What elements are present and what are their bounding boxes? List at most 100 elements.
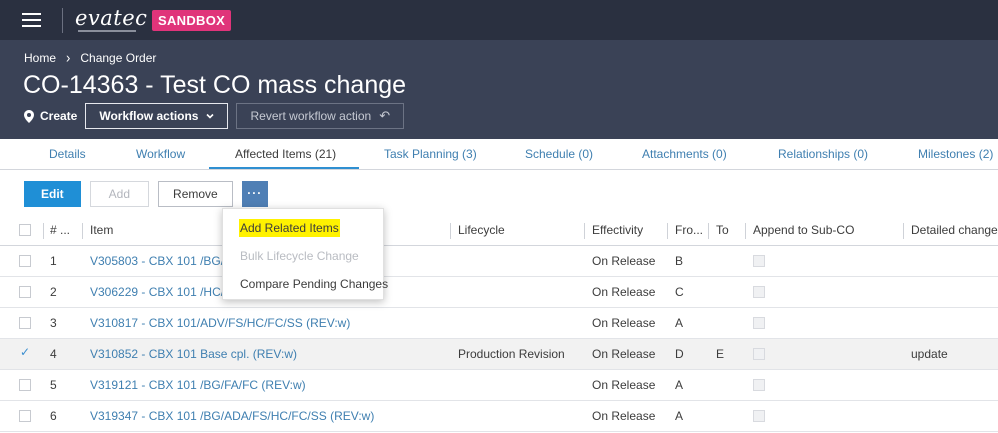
map-pin-icon <box>24 109 34 123</box>
column-header-effectivity[interactable]: Effectivity <box>592 215 643 246</box>
tab-workflow[interactable]: Workflow <box>136 139 185 170</box>
chevron-down-icon <box>206 113 215 119</box>
column-divider <box>82 223 83 239</box>
active-tab-indicator <box>209 167 359 169</box>
append-sub-co-checkbox <box>753 348 765 360</box>
lifecycle-cell: Production Revision <box>458 347 565 361</box>
column-header-detailed-change[interactable]: Detailed change <box>911 215 998 246</box>
chevron-right-icon: › <box>66 49 71 66</box>
from-revision-cell: A <box>675 409 684 423</box>
row-number: 5 <box>50 378 57 392</box>
append-sub-co-checkbox <box>753 255 765 267</box>
item-link[interactable]: V310852 - CBX 101 Base cpl. (REV:w) <box>90 339 297 370</box>
tab-affected-items[interactable]: Affected Items (21) <box>235 139 336 170</box>
append-sub-co-checkbox <box>753 317 765 329</box>
table-row[interactable]: 6 V319347 - CBX 101 /BG/ADA/FS/HC/FC/SS (… <box>0 401 998 432</box>
tab-task-planning[interactable]: Task Planning (3) <box>384 139 477 170</box>
item-link[interactable]: V319347 - CBX 101 /BG/ADA/FS/HC/FC/SS (R… <box>90 401 374 432</box>
undo-icon: ↶ <box>379 108 391 123</box>
column-header-item[interactable]: Item <box>90 215 113 246</box>
table-row[interactable]: ✓ 4 V310852 - CBX 101 Base cpl. (REV:w) Pro… <box>0 339 998 370</box>
table-row[interactable]: 3 V310817 - CBX 101/ADV/FS/HC/FC/SS (REV:… <box>0 308 998 339</box>
column-header-to[interactable]: To <box>716 215 729 246</box>
effectivity-cell: On Release <box>592 409 656 423</box>
add-button: Add <box>89 181 150 207</box>
hamburger-icon[interactable] <box>22 13 41 27</box>
menu-item-compare-pending-changes[interactable]: Compare Pending Changes <box>240 275 388 293</box>
workflow-actions-button[interactable]: Workflow actions <box>85 103 229 129</box>
column-header-lifecycle[interactable]: Lifecycle <box>458 215 505 246</box>
effectivity-cell: On Release <box>592 285 656 299</box>
append-sub-co-checkbox <box>753 286 765 298</box>
breadcrumb: Home › Change Order <box>24 49 156 66</box>
page-title: CO-14363 - Test CO mass change <box>23 71 407 99</box>
remove-button[interactable]: Remove <box>158 181 233 207</box>
row-checkbox[interactable] <box>19 379 31 391</box>
checkmark-icon: ✓ <box>20 345 31 359</box>
divider <box>62 8 63 33</box>
row-number: 3 <box>50 316 57 330</box>
column-header-append-sub-co[interactable]: Append to Sub-CO <box>753 215 854 246</box>
environment-badge: SANDBOX <box>152 10 232 31</box>
tab-details[interactable]: Details <box>49 139 86 170</box>
row-number: 1 <box>50 254 57 268</box>
item-link[interactable]: V306229 - CBX 101 /HC/FC <box>90 277 240 308</box>
column-header-number[interactable]: # ... <box>50 215 74 246</box>
menu-item-add-related-items[interactable]: Add Related Items <box>239 219 340 237</box>
tab-milestones[interactable]: Milestones (2) <box>918 139 993 170</box>
tab-attachments[interactable]: Attachments (0) <box>642 139 727 170</box>
row-number: 4 <box>50 347 57 361</box>
tab-schedule[interactable]: Schedule (0) <box>525 139 593 170</box>
row-number: 2 <box>50 285 57 299</box>
column-header-from[interactable]: Fro... <box>675 215 703 246</box>
from-revision-cell: B <box>675 254 684 268</box>
from-revision-cell: A <box>675 378 684 392</box>
table-row[interactable]: 2 V306229 - CBX 101 /HC/FC On Release C <box>0 277 998 308</box>
workflow-actions-bar: Create Workflow actions Revert workflow … <box>24 103 405 129</box>
table-row[interactable]: 1 V305803 - CBX 101 /BG/H On Release B <box>0 246 998 277</box>
workflow-actions-label: Workflow actions <box>99 109 199 123</box>
page-header: Home › Change Order CO-14363 - Test CO m… <box>0 40 998 139</box>
column-divider <box>708 223 709 239</box>
row-checkbox[interactable] <box>19 410 31 422</box>
tab-relationships[interactable]: Relationships (0) <box>778 139 868 170</box>
column-divider <box>903 223 904 239</box>
table-header: # ... Item Lifecycle Effectivity Fro... … <box>0 215 998 246</box>
detailed-change-cell: update <box>911 347 948 361</box>
row-checkbox[interactable] <box>19 255 31 267</box>
items-toolbar: Edit Add Remove ··· <box>24 181 277 207</box>
workflow-state-label: Create <box>40 109 78 123</box>
table-row[interactable]: 5 V319121 - CBX 101 /BG/FA/FC (REV:w) On R… <box>0 370 998 401</box>
revert-workflow-label: Revert workflow action <box>250 109 372 123</box>
row-number: 6 <box>50 409 57 423</box>
item-link[interactable]: V305803 - CBX 101 /BG/H <box>90 246 233 277</box>
effectivity-cell: On Release <box>592 316 656 330</box>
menu-item-bulk-lifecycle-change: Bulk Lifecycle Change <box>240 249 359 263</box>
top-bar: evatec SANDBOX <box>0 0 998 40</box>
tab-bar: Details Workflow Affected Items (21) Tas… <box>0 139 998 170</box>
append-sub-co-checkbox <box>753 410 765 422</box>
to-revision-cell: E <box>716 347 725 361</box>
edit-button[interactable]: Edit <box>24 181 81 207</box>
revert-workflow-button[interactable]: Revert workflow action ↶ <box>236 103 405 129</box>
column-divider <box>667 223 668 239</box>
logo-tagline <box>78 30 136 32</box>
column-divider <box>745 223 746 239</box>
breadcrumb-change-order[interactable]: Change Order <box>80 51 156 65</box>
select-all-checkbox[interactable] <box>19 224 31 236</box>
more-actions-menu: Add Related Items Bulk Lifecycle Change … <box>222 208 388 300</box>
breadcrumb-home[interactable]: Home <box>24 51 56 65</box>
append-sub-co-checkbox <box>753 379 765 391</box>
row-checkbox[interactable] <box>19 286 31 298</box>
from-revision-cell: A <box>675 316 684 330</box>
column-divider <box>584 223 585 239</box>
item-link[interactable]: V310817 - CBX 101/ADV/FS/HC/FC/SS (REV:w… <box>90 308 350 339</box>
more-actions-button[interactable]: ··· <box>241 181 268 207</box>
effectivity-cell: On Release <box>592 378 656 392</box>
from-revision-cell: D <box>675 347 684 361</box>
effectivity-cell: On Release <box>592 347 656 361</box>
row-checkbox[interactable]: ✓ <box>19 345 31 360</box>
row-checkbox[interactable] <box>19 317 31 329</box>
item-link[interactable]: V319121 - CBX 101 /BG/FA/FC (REV:w) <box>90 370 306 401</box>
column-divider <box>450 223 451 239</box>
